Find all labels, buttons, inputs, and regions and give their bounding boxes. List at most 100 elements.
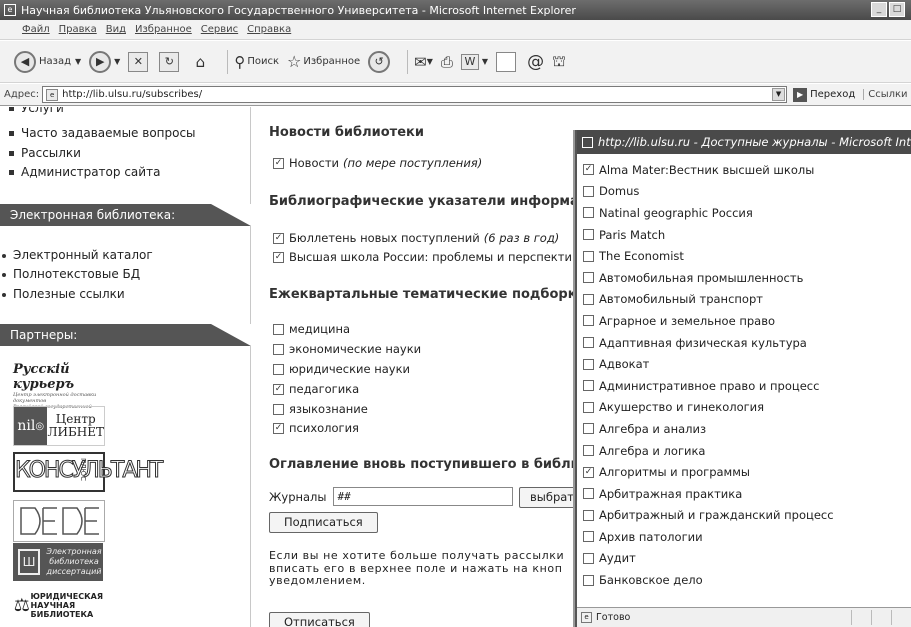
quarterly-item[interactable]: языкознание [273,402,368,416]
quarterly-item[interactable]: медицина [273,322,350,336]
journals-input[interactable]: ## [332,487,513,506]
search-button[interactable]: ⚲ Поиск [234,53,279,71]
stop-button[interactable]: ✕ [128,51,151,72]
journal-item[interactable]: Аудит [583,548,909,570]
menu-favorites[interactable]: Избранное [135,24,192,35]
sidebar-item-catalog[interactable]: Электронный каталог [2,248,153,262]
checkbox[interactable]: ✓ [273,251,284,263]
checkbox[interactable]: ✓ [273,422,284,434]
sidebar-item-services[interactable]: Услуги [9,107,64,115]
menu-help[interactable]: Справка [247,24,291,35]
checkbox[interactable] [583,315,594,327]
biblio-item[interactable]: ✓ Бюллетень новых поступлений (6 раз в г… [273,231,559,245]
checkbox[interactable] [583,337,594,349]
biblio-item[interactable]: ✓ Высшая школа России: проблемы и перспе… [273,250,572,264]
checkbox[interactable]: ✓ [583,164,594,176]
menu-view[interactable]: Вид [106,24,126,35]
journal-item[interactable]: Арбитражная практика [583,483,909,505]
checkbox[interactable] [273,323,284,335]
links-button[interactable]: Ссылки [863,89,908,100]
favorites-button[interactable]: ☆ Избранное [287,52,360,71]
journal-item[interactable]: Адаптивная физическая культура [583,332,909,354]
law-library-logo[interactable]: ⚖ ЮРИДИЧЕСКАЯ НАУЧНАЯ БИБЛИОТЕКА [13,588,103,622]
checkbox[interactable] [583,272,594,284]
konsultant-plus-logo[interactable]: КОНСУЛЬТАНТ ПЛЮС [13,452,164,492]
checkbox[interactable]: ✓ [273,157,284,169]
discuss-button[interactable] [496,51,519,72]
quarterly-item[interactable]: ✓ психология [273,421,359,435]
dissertations-library-logo[interactable]: Ш Электронная библиотека диссертаций [13,543,103,581]
address-dropdown-button[interactable]: ▼ [772,88,786,101]
go-button[interactable]: ▶ Переход [793,87,855,102]
checkbox[interactable] [583,250,594,262]
journal-item[interactable]: ✓ Alma Mater:Вестник высшей школы [583,159,909,181]
checkbox[interactable] [583,185,594,197]
checkbox[interactable] [273,363,284,375]
forward-button[interactable]: ▶ ▼ [89,50,120,73]
journal-item[interactable]: Алгебра и анализ [583,418,909,440]
edit-button[interactable]: W ▼ [460,53,488,70]
journal-item[interactable]: Аграрное и земельное право [583,310,909,332]
journal-item[interactable]: Автомобильная промышленность [583,267,909,289]
checkbox[interactable] [583,229,594,241]
checkbox[interactable] [583,423,594,435]
sidebar-item-fulltext-db[interactable]: Полнотекстовые БД [2,267,140,281]
checkbox[interactable] [583,574,594,586]
checkbox[interactable]: ✓ [273,383,284,395]
back-button[interactable]: ◀ Назад ▼ [14,50,81,73]
journal-item[interactable]: Акушерство и гинекология [583,397,909,419]
checkbox[interactable]: ✓ [273,232,284,244]
quarterly-item[interactable]: юридические науки [273,362,410,376]
checkbox[interactable] [583,531,594,543]
checkbox[interactable]: ✓ [583,466,594,478]
checkbox[interactable] [583,207,594,219]
research-button[interactable]: ⛫ [552,52,566,72]
history-button[interactable]: ↺ [368,50,393,73]
sidebar-item-faq[interactable]: Часто задаваемые вопросы [9,126,196,140]
checkbox[interactable] [583,552,594,564]
journal-item[interactable]: Автомобильный транспорт [583,289,909,311]
journal-item[interactable]: Paris Match [583,224,909,246]
unsubscribe-button[interactable]: Отписаться [269,612,370,627]
journal-item[interactable]: ✓ Алгоритмы и программы [583,461,909,483]
refresh-button[interactable]: ↻ [159,51,182,72]
sidebar-item-useful-links[interactable]: Полезные ссылки [2,287,125,301]
quarterly-item[interactable]: экономические науки [273,342,421,356]
journal-item[interactable]: Алгебра и логика [583,440,909,462]
journal-item[interactable]: Архив патологии [583,526,909,548]
print-button[interactable]: ⎙ [441,53,453,71]
menu-file[interactable]: Файл [22,24,50,35]
sidebar-item-mailings[interactable]: Рассылки [9,146,81,160]
menu-edit[interactable]: Правка [59,24,97,35]
checkbox[interactable] [583,445,594,457]
checkbox[interactable] [583,488,594,500]
journal-item[interactable]: Административное право и процесс [583,375,909,397]
journal-item[interactable]: The Economist [583,245,909,267]
mail-button[interactable]: ✉ ▼ [414,53,433,71]
quarterly-item[interactable]: ✓ педагогика [273,382,359,396]
journal-item[interactable]: Domus [583,181,909,203]
sidebar-item-admin[interactable]: Администратор сайта [9,165,160,179]
minimize-button[interactable]: _ [871,2,887,17]
checkbox[interactable] [583,509,594,521]
checkbox[interactable] [583,358,594,370]
address-input[interactable]: e http://lib.ulsu.ru/subscribes/ ▼ [42,86,788,103]
maximize-button[interactable]: □ [889,2,905,17]
journal-item[interactable]: Адвокат [583,353,909,375]
journal-item[interactable]: Банковское дело [583,569,909,591]
news-subscription[interactable]: ✓ Новости (по мере поступления) [273,156,482,170]
checkbox[interactable] [583,380,594,392]
dede-logo[interactable] [13,500,105,542]
checkbox[interactable] [273,403,284,415]
libnet-logo[interactable]: nil ◎ Центр ЛИБНЕТ [13,406,105,446]
checkbox[interactable] [273,343,284,355]
home-button[interactable]: ⌂ [190,52,213,72]
messenger-button[interactable]: @ [527,52,544,72]
subscribe-button[interactable]: Подписаться [269,512,378,533]
menu-tools[interactable]: Сервис [201,24,238,35]
journal-item[interactable]: Natinal geographic Россия [583,202,909,224]
checkbox[interactable] [583,401,594,413]
russkiy-kurier-logo[interactable]: Русскій курьеръ Центр электронной достав… [13,362,103,416]
checkbox[interactable] [583,293,594,305]
journal-item[interactable]: Арбитражный и гражданский процесс [583,505,909,527]
